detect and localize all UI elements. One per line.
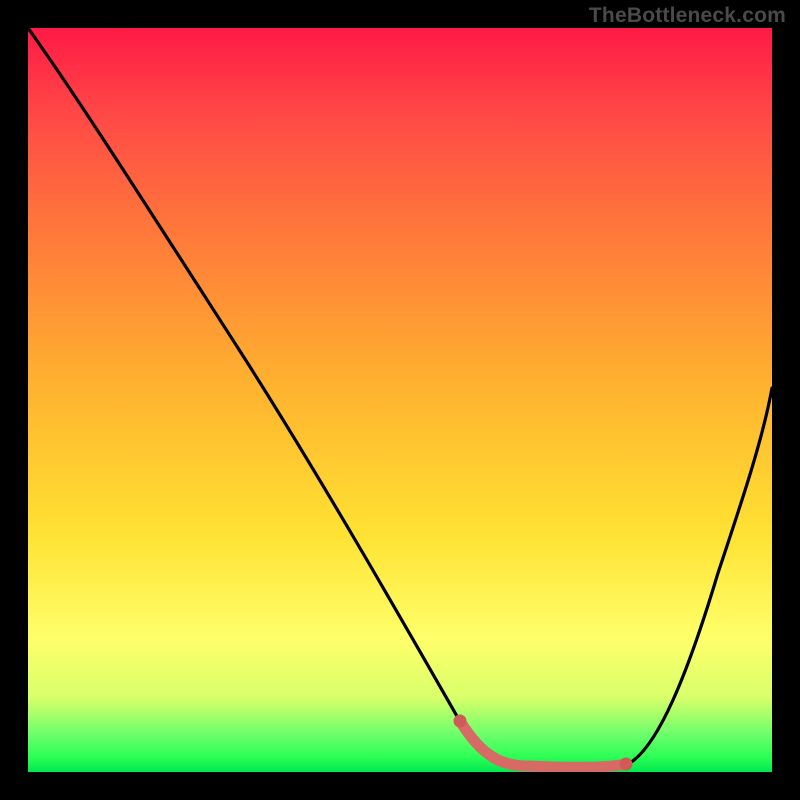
- bottleneck-curve-svg: [28, 28, 772, 772]
- chart-frame: TheBottleneck.com: [0, 0, 800, 800]
- watermark-text: TheBottleneck.com: [589, 4, 786, 28]
- basin-highlight-path: [460, 721, 626, 767]
- plot-area: [28, 28, 772, 772]
- basin-start-dot: [454, 715, 467, 728]
- basin-end-dot: [620, 758, 633, 771]
- bottleneck-curve-path: [28, 28, 772, 767]
